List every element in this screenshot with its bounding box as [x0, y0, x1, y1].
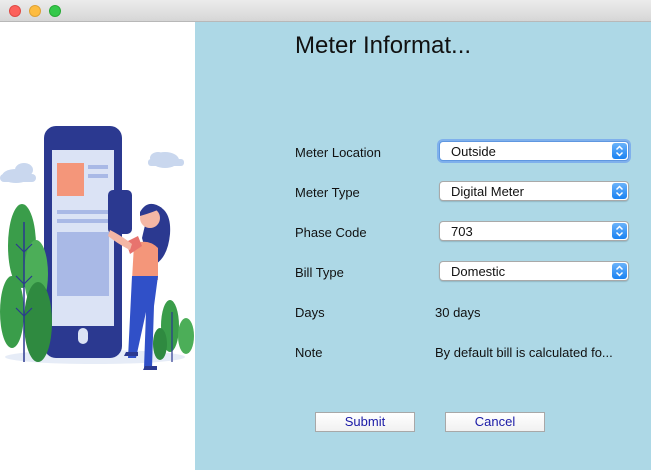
days-value: 30 days [435, 305, 481, 320]
phone-icon [44, 126, 122, 358]
chevron-up-down-icon [612, 223, 627, 239]
cloud-icon [148, 152, 184, 168]
phase-code-select[interactable]: 703 [439, 221, 629, 241]
meter-type-label: Meter Type [295, 185, 360, 200]
person-with-phone-illustration [0, 126, 194, 370]
title-bar [0, 0, 651, 22]
chevron-up-down-icon [612, 263, 627, 279]
meter-location-value: Outside [451, 144, 496, 159]
phase-code-value: 703 [451, 224, 473, 239]
chevron-up-down-icon [612, 143, 627, 159]
submit-button[interactable]: Submit [315, 412, 415, 432]
chevron-up-down-icon [612, 183, 627, 199]
bill-type-value: Domestic [451, 264, 506, 279]
bill-type-label: Bill Type [295, 265, 344, 280]
app-window: Meter Informat... Meter Location Outside… [0, 0, 651, 470]
maximize-window-button[interactable] [49, 5, 61, 17]
bill-type-select[interactable]: Domestic [439, 261, 629, 281]
meter-type-value: Digital Meter [451, 184, 524, 199]
days-label: Days [295, 305, 325, 320]
meter-type-select[interactable]: Digital Meter [439, 181, 629, 201]
minimize-window-button[interactable] [29, 5, 41, 17]
cancel-button[interactable]: Cancel [445, 412, 545, 432]
cloud-icon [0, 163, 36, 183]
page-title: Meter Informat... [295, 32, 472, 59]
meter-info-panel: Meter Informat... Meter Location Outside… [195, 22, 651, 470]
illustration-panel [0, 22, 195, 470]
phase-code-label: Phase Code [295, 225, 367, 240]
meter-location-label: Meter Location [295, 145, 381, 160]
meter-location-select[interactable]: Outside [439, 141, 629, 161]
note-value: By default bill is calculated fo... [435, 345, 613, 360]
plant-icon [153, 300, 194, 362]
close-window-button[interactable] [9, 5, 21, 17]
note-label: Note [295, 345, 323, 360]
